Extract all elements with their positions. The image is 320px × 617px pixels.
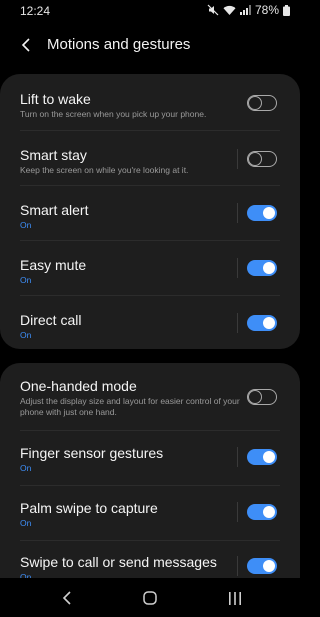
toggle-knob: [248, 151, 262, 166]
toggle-knob: [248, 95, 262, 110]
settings-card-2: One-handed mode Adjust the display size …: [0, 363, 300, 578]
toggle-knob: [263, 207, 275, 219]
vertical-divider: [237, 258, 238, 278]
swipe-to-call-toggle[interactable]: [247, 558, 277, 574]
setting-title: Lift to wake: [20, 91, 91, 107]
setting-title: Direct call: [20, 312, 82, 328]
toggle-knob: [263, 451, 275, 463]
mute-icon: [207, 4, 219, 16]
finger-sensor-gestures-toggle[interactable]: [247, 449, 277, 465]
toggle-knob: [263, 560, 275, 572]
setting-subtitle: On: [20, 463, 32, 473]
setting-subtitle: On: [20, 518, 32, 528]
signal-icon: [239, 5, 251, 15]
settings-card-1: Lift to wake Turn on the screen when you…: [0, 74, 300, 349]
vertical-divider: [237, 149, 238, 169]
setting-easy-mute[interactable]: Easy mute On: [0, 241, 300, 295]
setting-subtitle: On: [20, 275, 32, 285]
one-handed-mode-toggle[interactable]: [247, 389, 277, 405]
status-bar: 12:24 78%: [0, 0, 300, 22]
setting-one-handed-mode[interactable]: One-handed mode Adjust the display size …: [0, 363, 300, 430]
setting-subtitle: Adjust the display size and layout for e…: [20, 396, 240, 417]
setting-subtitle: On: [20, 330, 32, 340]
setting-direct-call[interactable]: Direct call On: [0, 296, 300, 349]
setting-palm-swipe-to-capture[interactable]: Palm swipe to capture On: [0, 486, 300, 540]
setting-subtitle: Turn on the screen when you pick up your…: [20, 109, 207, 119]
status-icons: 78%: [207, 3, 290, 17]
vertical-divider: [237, 502, 238, 522]
setting-title: One-handed mode: [20, 378, 137, 394]
setting-lift-to-wake[interactable]: Lift to wake Turn on the screen when you…: [0, 74, 300, 129]
navigation-bar: [0, 578, 300, 617]
setting-title: Easy mute: [20, 257, 87, 273]
vertical-divider: [237, 203, 238, 223]
setting-swipe-to-call[interactable]: Swipe to call or send messages On: [0, 541, 300, 578]
smart-alert-toggle[interactable]: [247, 205, 277, 221]
setting-subtitle: On: [20, 220, 32, 230]
vertical-divider: [237, 447, 238, 467]
setting-title: Palm swipe to capture: [20, 500, 158, 516]
back-arrow-icon[interactable]: [14, 33, 38, 57]
back-icon[interactable]: [55, 588, 79, 608]
setting-title: Smart alert: [20, 202, 89, 218]
toggle-knob: [263, 506, 275, 518]
setting-subtitle: Keep the screen on while you're looking …: [20, 165, 189, 175]
battery-percent: 78%: [254, 3, 279, 17]
recents-icon[interactable]: [223, 588, 247, 608]
toggle-knob: [248, 389, 262, 404]
toggle-knob: [263, 262, 275, 274]
toggle-knob: [263, 317, 275, 329]
wifi-icon: [223, 5, 236, 16]
screen: 12:24 78% Motions and gestures Lift to w…: [0, 0, 300, 617]
vertical-divider: [237, 556, 238, 576]
battery-icon: [283, 4, 290, 16]
smart-stay-toggle[interactable]: [247, 151, 277, 167]
setting-title: Finger sensor gestures: [20, 445, 164, 461]
status-time: 12:24: [20, 4, 51, 18]
direct-call-toggle[interactable]: [247, 315, 277, 331]
easy-mute-toggle[interactable]: [247, 260, 277, 276]
setting-finger-sensor-gestures[interactable]: Finger sensor gestures On: [0, 431, 300, 485]
vertical-divider: [237, 313, 238, 333]
lift-to-wake-toggle[interactable]: [247, 95, 277, 111]
setting-smart-alert[interactable]: Smart alert On: [0, 186, 300, 240]
setting-title: Swipe to call or send messages: [20, 554, 217, 570]
app-header: Motions and gestures: [0, 24, 300, 66]
setting-title: Smart stay: [20, 147, 87, 163]
page-title: Motions and gestures: [47, 36, 191, 53]
palm-swipe-to-capture-toggle[interactable]: [247, 504, 277, 520]
setting-smart-stay[interactable]: Smart stay Keep the screen on while you'…: [0, 131, 300, 185]
home-icon[interactable]: [138, 588, 162, 608]
